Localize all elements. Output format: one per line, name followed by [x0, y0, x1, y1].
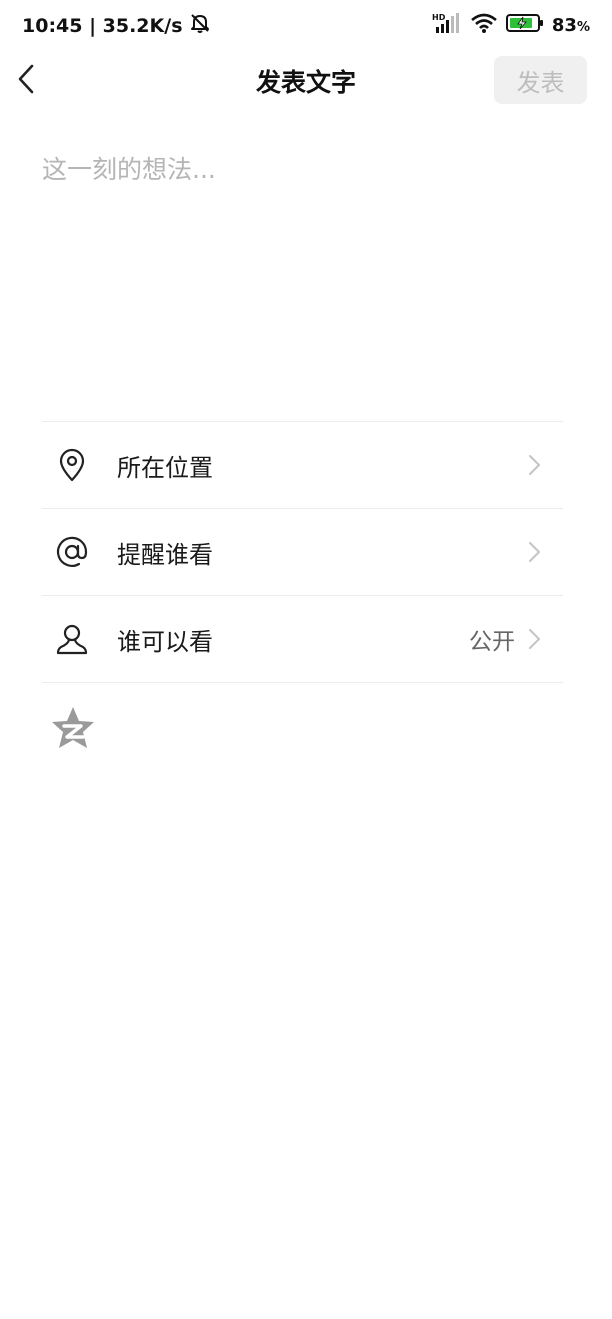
- option-visibility-label: 谁可以看: [117, 627, 213, 656]
- battery-percent-unit: %: [576, 20, 590, 35]
- bell-muted-icon: [189, 12, 211, 39]
- status-bar: 10:45 | 35.2K/s HD 83%: [0, 0, 612, 50]
- publish-button[interactable]: 发表: [494, 56, 587, 104]
- option-visibility[interactable]: 谁可以看 公开: [42, 596, 563, 683]
- qzone-star-icon[interactable]: [50, 705, 96, 751]
- location-pin-icon: [54, 447, 90, 483]
- options-list: 所在位置 提醒谁看 谁可以看 公开: [42, 421, 563, 683]
- option-location-label: 所在位置: [117, 453, 213, 482]
- status-time-speed: 10:45 | 35.2K/s: [22, 14, 183, 37]
- option-location[interactable]: 所在位置: [42, 422, 563, 509]
- option-mention[interactable]: 提醒谁看: [42, 509, 563, 596]
- battery-percent: 83%: [552, 15, 590, 36]
- chevron-right-icon: [527, 538, 543, 566]
- post-text-input[interactable]: [42, 150, 562, 370]
- chevron-right-icon: [527, 625, 543, 653]
- svg-text:HD: HD: [432, 13, 446, 22]
- at-sign-icon: [54, 534, 90, 570]
- nav-bar: 发表文字 发表: [0, 55, 612, 107]
- battery-icon: [505, 13, 544, 38]
- status-left: 10:45 | 35.2K/s: [22, 12, 211, 39]
- chevron-right-icon: [527, 451, 543, 479]
- status-right: HD 83%: [432, 12, 590, 39]
- wifi-icon: [470, 12, 498, 39]
- option-mention-label: 提醒谁看: [117, 540, 213, 569]
- option-visibility-value: 公开: [469, 629, 515, 655]
- person-icon: [54, 621, 90, 657]
- battery-percent-value: 83: [551, 15, 577, 36]
- signal-icon: HD: [432, 12, 462, 39]
